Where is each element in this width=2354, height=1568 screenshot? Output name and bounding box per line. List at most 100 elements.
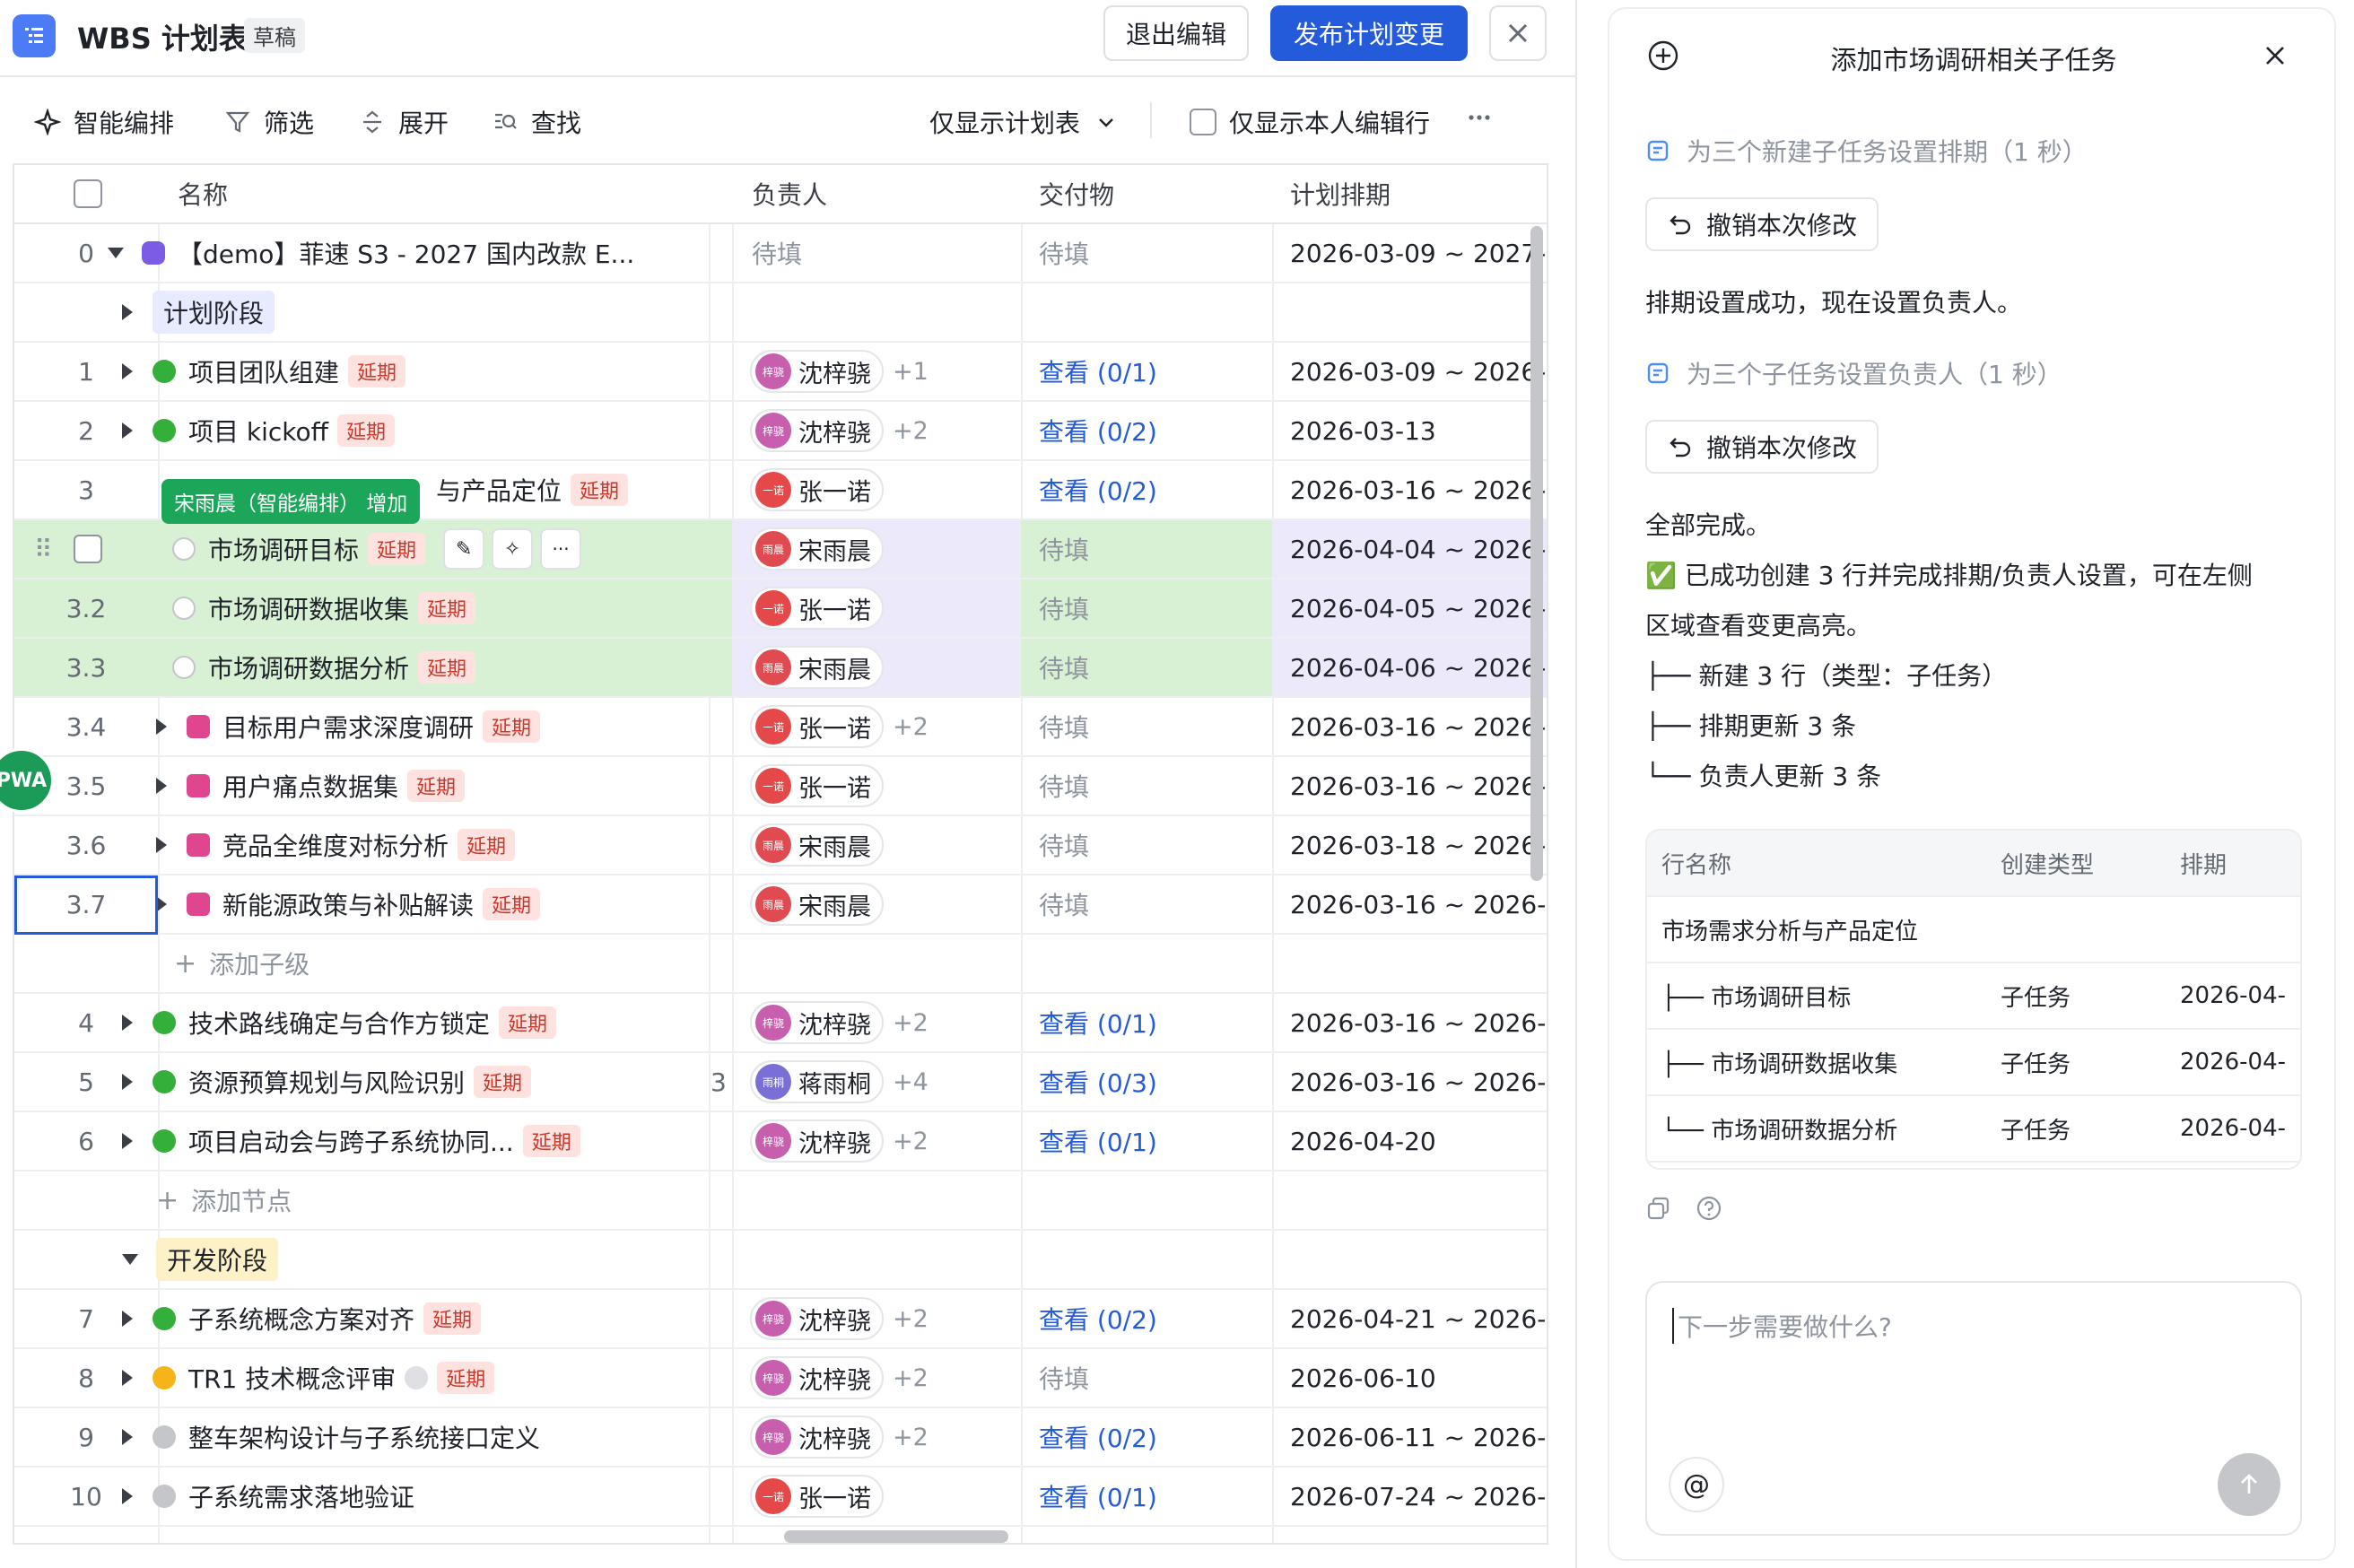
task-name[interactable]: 添加子级 — [209, 945, 310, 981]
table-row[interactable]: 计划阶段 — [14, 283, 1547, 343]
owner-pill[interactable]: 梓骁 沈梓骁 — [750, 350, 884, 393]
task-name[interactable]: 子系统需求落地验证 — [188, 1478, 414, 1514]
task-name[interactable]: 市场调研目标 — [208, 531, 359, 567]
task-name[interactable]: TR1 技术概念评审 — [188, 1360, 396, 1396]
help-icon[interactable] — [1696, 1195, 1722, 1222]
deliverable-cell[interactable]: 待填 — [1039, 816, 1272, 874]
task-name[interactable]: 项目团队组建 — [188, 353, 339, 389]
owner-cell[interactable]: 梓骁 沈梓骁 +1 — [750, 343, 1019, 400]
expand-arrow-icon[interactable] — [122, 1074, 133, 1090]
table-row[interactable]: 3.7 新能源政策与补贴解读 延期 雨晨 宋雨晨 待填 2026-03-16 ~ 202… — [14, 875, 1547, 935]
owner-pill[interactable]: 一诺 张一诺 — [750, 587, 884, 630]
task-name[interactable]: 添加节点 — [191, 1182, 292, 1218]
owner-cell[interactable]: 梓骁 沈梓骁 +2 — [750, 402, 1019, 459]
deliverable-cell[interactable]: 待填 — [1039, 579, 1272, 637]
table-row[interactable]: 7 子系统概念方案对齐 延期 梓骁 沈梓骁 +2 查看 (0/2) 2026-04-21 … — [14, 1290, 1547, 1349]
expand-arrow-icon[interactable] — [122, 1429, 133, 1445]
schedule-cell[interactable]: 2026-04-21 ~ 2026-0 — [1290, 1290, 1547, 1347]
owner-more[interactable]: +2 — [893, 713, 929, 741]
filter-button[interactable]: 筛选 — [224, 104, 314, 140]
schedule-cell[interactable]: 2026-03-09 ~ 2027-0 — [1290, 224, 1547, 282]
owner-cell[interactable]: 梓骁 沈梓骁 +2 — [750, 994, 1019, 1051]
owner-cell[interactable]: 一诺 张一诺 — [750, 757, 1019, 814]
select-all-checkbox[interactable] — [74, 179, 102, 208]
col-deliverable[interactable]: 交付物 — [1039, 176, 1114, 212]
owner-pill[interactable]: 雨晨 宋雨晨 — [750, 823, 884, 867]
owner-pill[interactable]: 梓骁 沈梓骁 — [750, 1356, 884, 1399]
col-name[interactable]: 名称 — [178, 176, 228, 212]
task-name[interactable]: 项目启动会与跨子系统协同... — [188, 1123, 514, 1159]
th-schedule[interactable]: 排期 — [2180, 847, 2227, 880]
expand-button[interactable]: 展开 — [359, 104, 449, 140]
changes-row[interactable]: ├── 市场调研数据收集 子任务 2026-04- — [1647, 1030, 2300, 1096]
col-schedule[interactable]: 计划排期 — [1290, 176, 1391, 212]
only-mine-checkbox[interactable]: 仅显示本人编辑行 — [1190, 104, 1430, 140]
owner-cell[interactable]: 一诺 张一诺 — [750, 1468, 1019, 1525]
task-name[interactable]: 与产品定位 — [436, 472, 562, 508]
schedule-cell[interactable]: 2026-04-06 ~ 2026-0 — [1290, 639, 1547, 696]
owner-cell[interactable]: 梓骁 沈梓骁 +2 — [750, 1290, 1019, 1347]
owner-more[interactable]: +2 — [893, 1424, 929, 1451]
owner-cell[interactable]: 雨晨 宋雨晨 — [750, 816, 1019, 874]
chat-input-box[interactable]: 下一步需要做什么? @ — [1645, 1281, 2302, 1536]
more-button[interactable] — [1466, 104, 1493, 131]
view-select[interactable]: 仅显示计划表 — [929, 104, 1120, 140]
owner-pill[interactable]: 雨晨 宋雨晨 — [750, 646, 884, 689]
table-row[interactable]: 3.2 市场调研数据收集 延期 一诺 张一诺 待填 2026-04-05 ~ 2026-… — [14, 579, 1547, 639]
schedule-cell[interactable]: 2026-03-16 ~ 2026-0 — [1290, 994, 1547, 1051]
panel-close-icon[interactable] — [2262, 43, 2288, 68]
table-row[interactable]: + 添加节点 — [14, 1172, 1547, 1231]
owner-more[interactable]: +2 — [893, 417, 929, 445]
expand-arrow-icon[interactable] — [122, 1133, 133, 1149]
expand-arrow-icon[interactable] — [156, 778, 167, 794]
deliverable-link[interactable]: 查看 (0/1) — [1039, 994, 1272, 1051]
schedule-cell[interactable]: 2026-03-16 ~ 2026-0 — [1290, 1053, 1547, 1111]
task-name[interactable]: 计划阶段 — [153, 291, 275, 334]
table-row[interactable]: 2 项目 kickoff 延期 梓骁 沈梓骁 +2 查看 (0/2) 2026-03-13 — [14, 402, 1547, 461]
owner-pill[interactable]: 梓骁 沈梓骁 — [750, 1001, 884, 1044]
owner-more[interactable]: +4 — [893, 1068, 929, 1096]
table-row[interactable]: 3.6 竞品全维度对标分析 延期 雨晨 宋雨晨 待填 2026-03-18 ~ 2026… — [14, 816, 1547, 875]
mention-button[interactable]: @ — [1669, 1457, 1724, 1512]
horizontal-scrollbar[interactable] — [784, 1530, 1008, 1543]
th-row-name[interactable]: 行名称 — [1661, 847, 1731, 880]
deliverable-cell[interactable]: 待填 — [1039, 1349, 1272, 1407]
close-button[interactable] — [1489, 5, 1547, 61]
send-button[interactable] — [2218, 1453, 2280, 1516]
owner-more[interactable]: +1 — [893, 358, 929, 386]
owner-pill[interactable]: 一诺 张一诺 — [750, 1475, 884, 1518]
task-name[interactable]: 竞品全维度对标分析 — [222, 827, 449, 863]
table-row[interactable]: 3.3 市场调研数据分析 延期 雨晨 宋雨晨 待填 2026-04-06 ~ 2026-… — [14, 639, 1547, 698]
owner-cell[interactable]: 雨晨 宋雨晨 — [750, 639, 1019, 696]
table-row[interactable]: 9 整车架构设计与子系统接口定义 梓骁 沈梓骁 +2 查看 (0/2) 2026-06-… — [14, 1408, 1547, 1468]
schedule-cell[interactable]: 2026-03-16 ~ 2026-0 — [1290, 461, 1547, 518]
vertical-scrollbar[interactable] — [1530, 226, 1543, 881]
owner-cell[interactable]: 一诺 张一诺 — [750, 579, 1019, 637]
chat-input[interactable]: 下一步需要做什么? — [1672, 1308, 1892, 1344]
task-name[interactable]: 用户痛点数据集 — [222, 768, 398, 804]
expand-arrow-icon[interactable] — [122, 1370, 133, 1386]
copy-icon[interactable] — [1645, 1195, 1672, 1222]
sparkle-icon[interactable]: ✧ — [492, 528, 534, 570]
owner-more[interactable]: +2 — [893, 1128, 929, 1155]
deliverable-cell[interactable]: 待填 — [1039, 698, 1272, 755]
collapse-arrow-icon[interactable] — [108, 248, 124, 258]
table-row[interactable]: 10 子系统需求落地验证 一诺 张一诺 查看 (0/1) 2026-07-24 ~ 2… — [14, 1468, 1547, 1527]
expand-arrow-icon[interactable] — [122, 363, 133, 379]
owner-more[interactable]: +2 — [893, 1009, 929, 1037]
row-checkbox[interactable] — [74, 535, 102, 563]
schedule-cell[interactable]: 2026-03-16 ~ 2026-0 — [1290, 875, 1547, 933]
deliverable-cell[interactable]: 待填 — [1039, 639, 1272, 696]
table-row[interactable]: 0 【demo】菲速 S3 - 2027 国内改款 E... 待填 待填 2026-03… — [14, 224, 1547, 283]
table-row[interactable]: 3.5 用户痛点数据集 延期 一诺 张一诺 待填 2026-03-16 ~ 2026-0 — [14, 757, 1547, 816]
find-button[interactable]: 查找 — [492, 104, 581, 140]
smart-arrange-button[interactable]: 智能编排 — [34, 104, 174, 140]
more-icon[interactable]: ··· — [540, 528, 582, 570]
expand-arrow-icon[interactable] — [122, 304, 133, 320]
owner-pill[interactable]: 梓骁 沈梓骁 — [750, 1297, 884, 1340]
schedule-cell[interactable]: 2026-03-13 — [1290, 402, 1547, 459]
owner-cell[interactable]: 一诺 张一诺 +2 — [750, 698, 1019, 755]
expand-arrow-icon[interactable] — [122, 1311, 133, 1327]
deliverable-cell[interactable]: 待填 — [1039, 875, 1272, 933]
edit-icon[interactable]: ✎ — [443, 528, 485, 570]
